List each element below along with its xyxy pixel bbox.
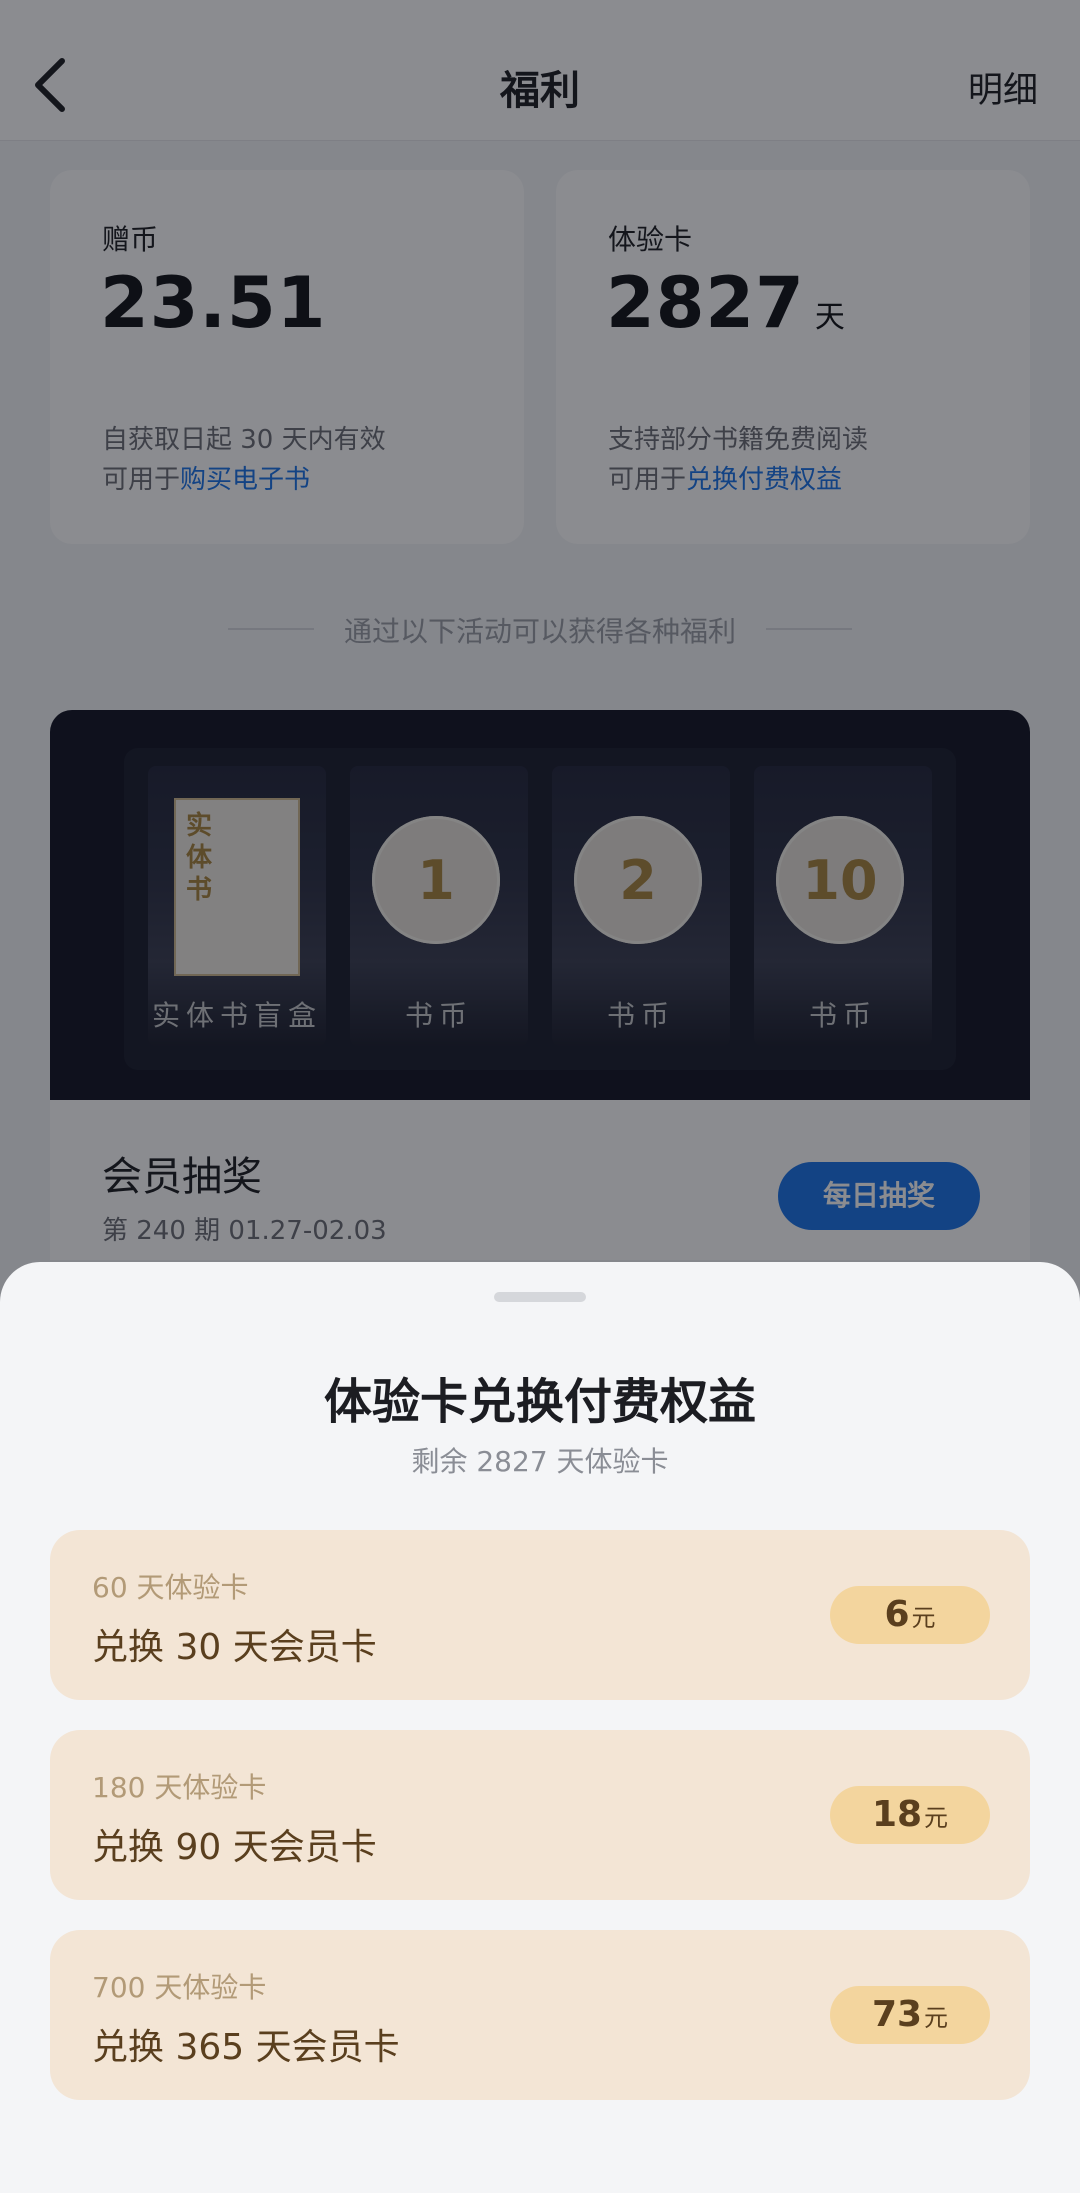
sheet-title: 体验卡兑换付费权益: [323, 1374, 756, 1430]
redeem-option-365[interactable]: 700 天体验卡 兑换 365 天会员卡 73元: [50, 1930, 1030, 2100]
redeem-option-30[interactable]: 60 天体验卡 兑换 30 天会员卡 6元: [50, 1530, 1030, 1700]
price-badge[interactable]: 18元: [830, 1786, 990, 1844]
option-reward: 兑换 30 天会员卡: [92, 1627, 377, 1668]
option-cost: 700 天体验卡: [92, 1971, 267, 2004]
price-value: 6: [884, 1594, 910, 1635]
option-reward: 兑换 90 天会员卡: [92, 1827, 377, 1868]
price-badge[interactable]: 6元: [830, 1586, 990, 1644]
sheet-subtitle: 剩余 2827 天体验卡: [411, 1445, 669, 1478]
price-badge[interactable]: 73元: [830, 1986, 990, 2044]
redeem-option-90[interactable]: 180 天体验卡 兑换 90 天会员卡 18元: [50, 1730, 1030, 1900]
drag-handle[interactable]: [494, 1292, 586, 1302]
option-reward: 兑换 365 天会员卡: [92, 2027, 400, 2068]
option-cost: 60 天体验卡: [92, 1571, 249, 1604]
redeem-bottom-sheet: 体验卡兑换付费权益 剩余 2827 天体验卡 60 天体验卡 兑换 30 天会员…: [0, 1262, 1080, 2193]
price-unit: 元: [924, 2004, 949, 2032]
price-value: 18: [871, 1794, 923, 1835]
price-unit: 元: [911, 1604, 936, 1632]
price-value: 73: [871, 1994, 923, 2035]
option-cost: 180 天体验卡: [92, 1771, 267, 1804]
price-unit: 元: [924, 1804, 949, 1832]
